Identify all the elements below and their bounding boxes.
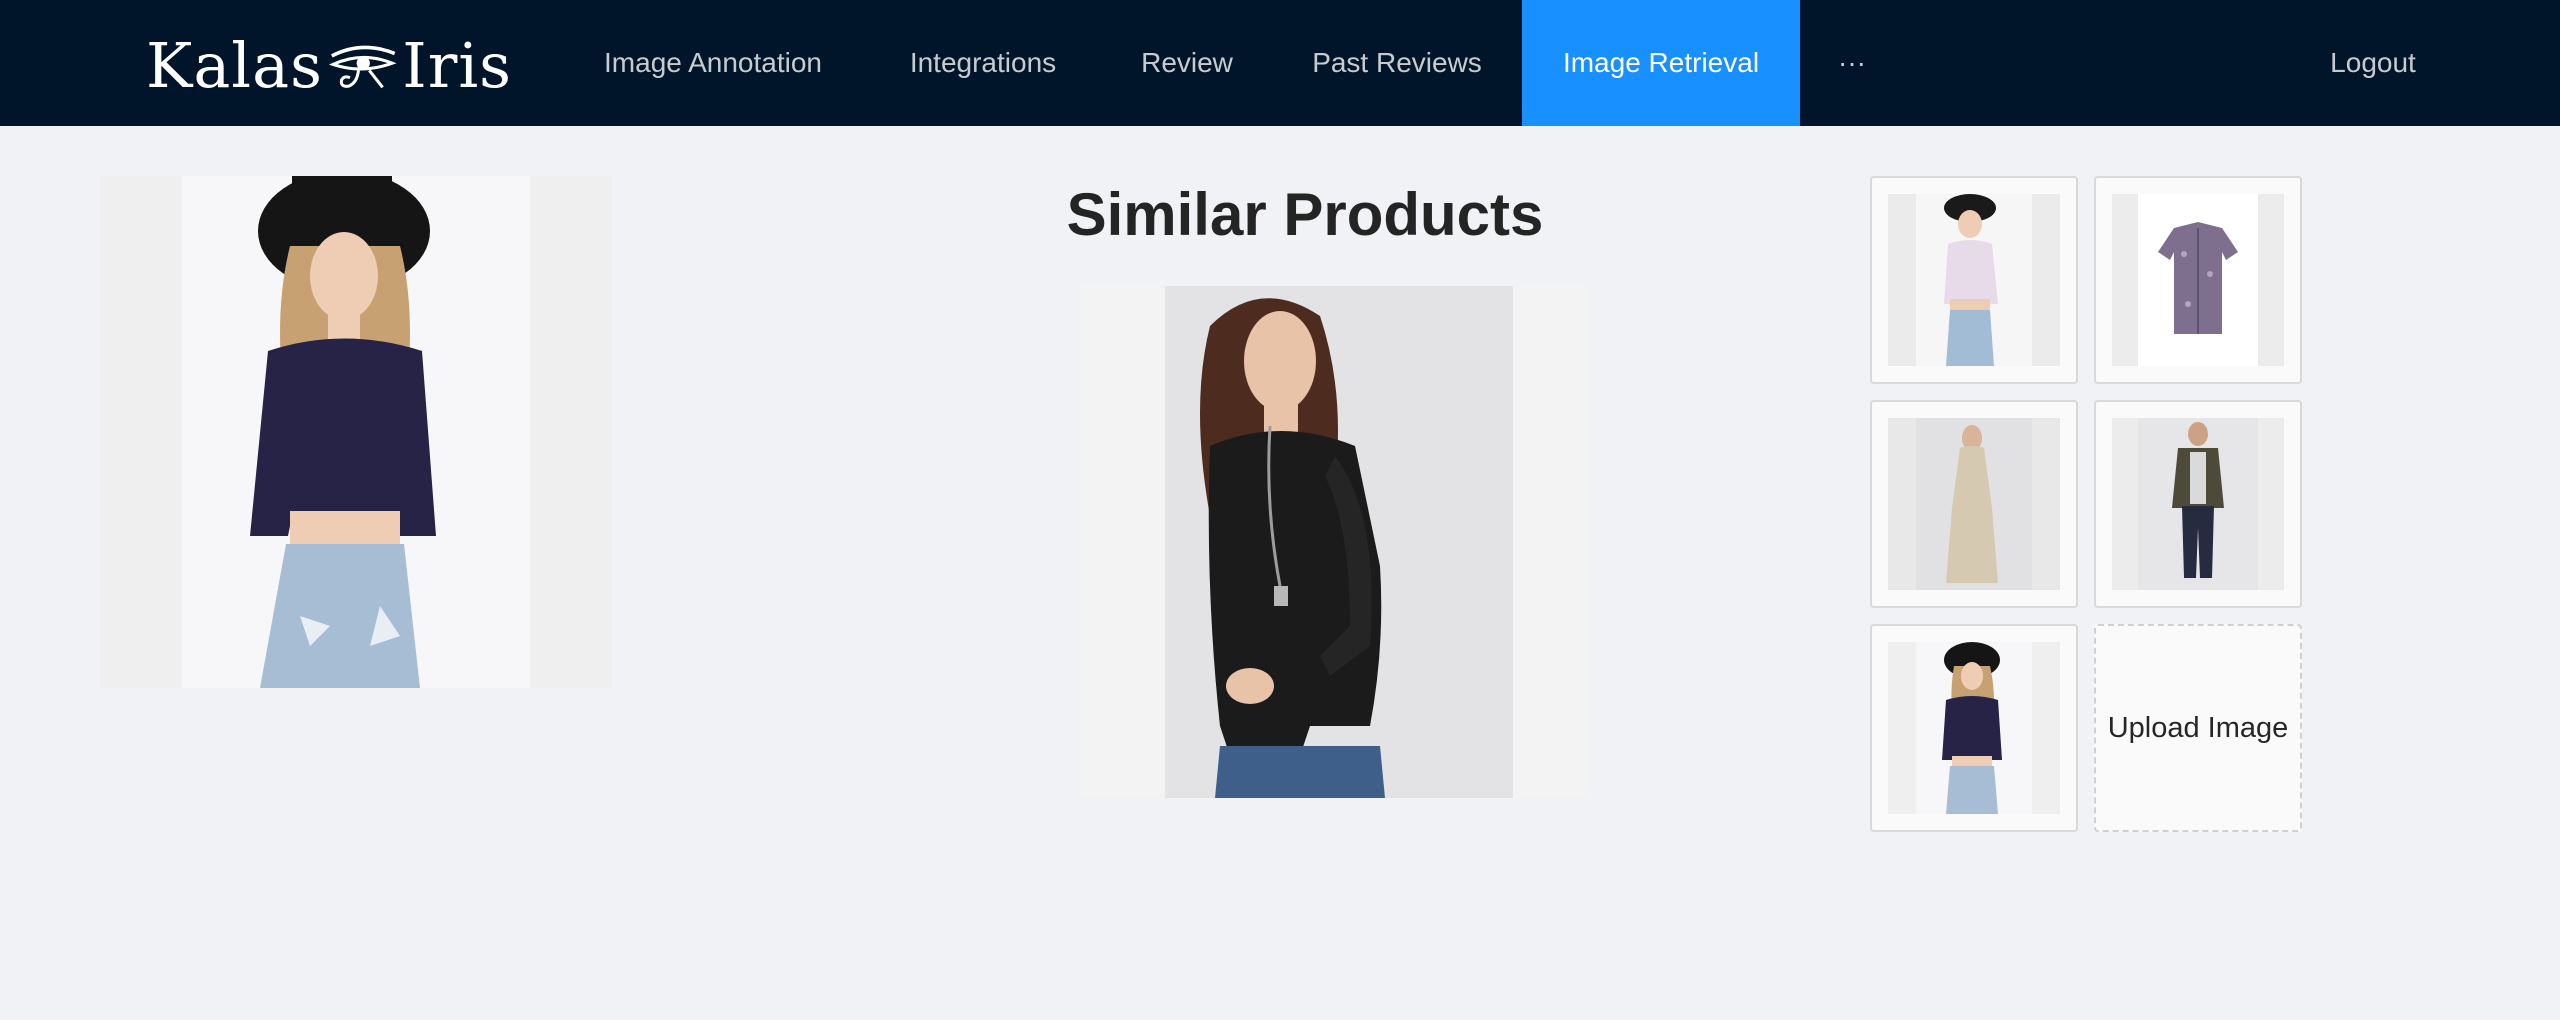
thumbnail-1-photo	[1888, 194, 2060, 366]
page-title: Similar Products	[1066, 181, 1544, 248]
thumbnail-2-photo	[2112, 194, 2284, 366]
thumbnail-1[interactable]	[1870, 176, 2078, 384]
nav-image-retrieval[interactable]: Image Retrieval	[1522, 0, 1800, 126]
result-image-photo	[1080, 286, 1590, 798]
thumbnail-5[interactable]	[1870, 624, 2078, 832]
upload-image-label: Upload Image	[2107, 711, 2289, 744]
kalas-iris-logo[interactable]: Kalas Iris	[146, 22, 512, 108]
logo-text-right: Iris	[402, 28, 512, 102]
nav-more-ellipsis[interactable]: ···	[1830, 0, 1874, 126]
thumbnail-5-photo	[1888, 642, 2060, 814]
nav-image-annotation[interactable]: Image Annotation	[580, 0, 846, 126]
nav-past-reviews[interactable]: Past Reviews	[1290, 0, 1504, 126]
top-navbar: Kalas Iris Image Annotation Integrations…	[0, 0, 2560, 126]
thumbnail-3-photo	[1888, 418, 2060, 590]
upload-image-button[interactable]: Upload Image	[2094, 624, 2302, 832]
thumbnail-2[interactable]	[2094, 176, 2302, 384]
nav-review[interactable]: Review	[1120, 0, 1254, 126]
logo-text-left: Kalas	[146, 28, 323, 102]
eye-of-horus-icon	[328, 45, 397, 89]
thumbnail-4-photo	[2112, 418, 2284, 590]
thumbnail-3[interactable]	[1870, 400, 2078, 608]
logout-link[interactable]: Logout	[2300, 0, 2446, 126]
query-image-photo	[100, 176, 612, 688]
result-image	[1080, 286, 1590, 798]
thumbnail-4[interactable]	[2094, 400, 2302, 608]
nav-integrations[interactable]: Integrations	[880, 0, 1086, 126]
query-image	[100, 176, 612, 688]
